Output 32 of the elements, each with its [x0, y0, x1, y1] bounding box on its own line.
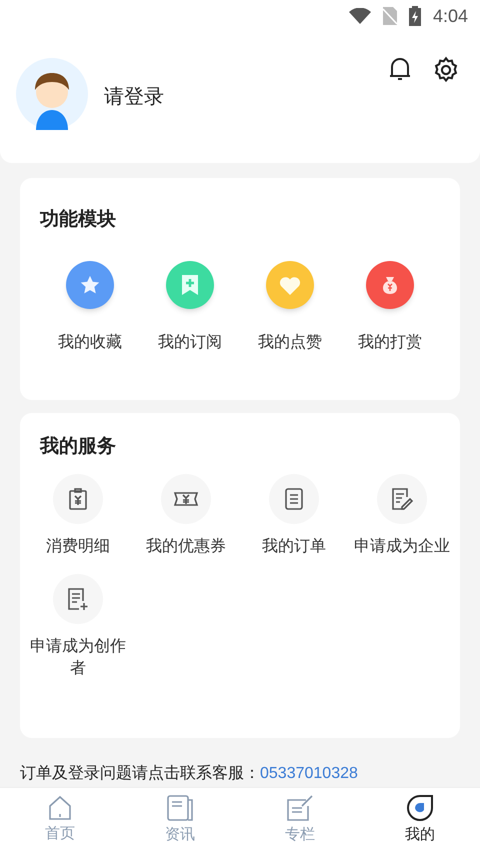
feature-item[interactable]: 我的打赏: [340, 260, 440, 354]
login-prompt[interactable]: 请登录: [104, 82, 164, 112]
no-sim-icon: [382, 7, 397, 25]
clipboard-yen-icon: [67, 486, 89, 510]
document-icon: [284, 486, 304, 510]
contact-line: 订单及登录问题请点击联系客服：05337010328: [20, 764, 359, 784]
service-item[interactable]: 申请成为创作者: [24, 574, 132, 680]
document-plus-icon: [66, 586, 90, 610]
status-time: 4:04: [432, 4, 468, 28]
phone-link[interactable]: 05337010328: [260, 765, 358, 782]
feature-item[interactable]: 我的订阅: [140, 260, 240, 354]
notification-bell-icon[interactable]: [388, 56, 412, 82]
star-icon: [79, 274, 101, 296]
feature-item[interactable]: 我的收藏: [40, 260, 140, 354]
service-item[interactable]: 我的优惠券: [132, 474, 240, 558]
newspaper-icon: [166, 794, 194, 822]
service-item[interactable]: 消费明细: [24, 474, 132, 558]
service-item[interactable]: 我的订单: [240, 474, 348, 558]
tab[interactable]: 我的: [360, 788, 480, 853]
battery-charging-icon: [408, 6, 421, 26]
avatar: [16, 58, 88, 130]
wifi-icon: [348, 8, 371, 24]
house-icon: [47, 795, 73, 822]
section-title: 功能模块: [40, 208, 117, 232]
document-pencil-icon: [390, 486, 414, 510]
settings-icon[interactable]: [432, 56, 460, 84]
service-item[interactable]: 申请成为企业: [348, 474, 456, 558]
section-title: 我的服务: [38, 435, 117, 459]
bookmark-plus-icon: [179, 272, 201, 296]
profile-drop-icon: [406, 794, 434, 822]
feature-item[interactable]: 我的点赞: [240, 260, 340, 354]
note-edit-icon: [286, 794, 314, 822]
